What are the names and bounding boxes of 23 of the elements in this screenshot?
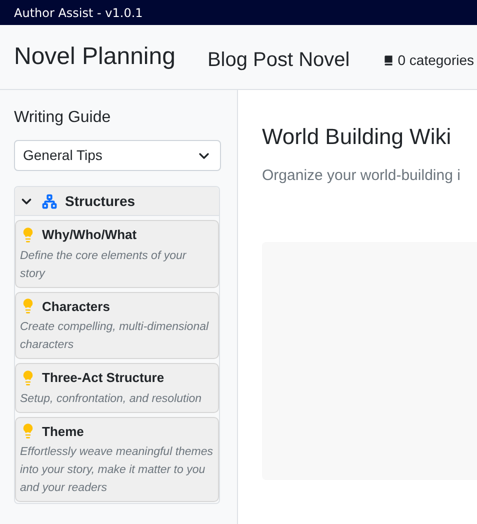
window-title: Author Assist - v1.0.1 [14,4,143,22]
tip-description: Effortlessly weave meaningful themes into your story, make it matter to you and your readers [20,445,214,496]
tip-title: Characters [42,298,110,316]
tip-card[interactable]: Three-Act Structure Setup, confrontation, and resolution [15,363,219,412]
tip-title: Theme [42,422,84,440]
tip-description: Create compelling, multi-dimensional characters [20,320,210,353]
tip-description: Define the core elements of your story [20,248,188,282]
book-icon [382,54,395,66]
tip-card[interactable]: Why/Who/What Define the core elements of your story [15,220,219,288]
project-name: Blog Post Novel [207,48,350,73]
tip-card[interactable]: Theme Effortlessly weave meaningful themes into your story, make it matter to you and your readers [15,416,219,502]
tip-title: Three-Act Structure [42,369,164,387]
page-subtitle: Organize your world-building i [262,166,462,186]
app-heading: Novel Planning [14,42,176,72]
hierarchy-icon [42,194,57,208]
sidebar-title: Writing Guide [14,108,112,128]
tip-title: Why/Who/What [42,226,137,244]
page-heading: World Building Wiki [262,123,452,151]
section-header[interactable]: Structures [15,187,219,216]
categories-count: 0 categories [398,50,474,70]
tip-card[interactable]: Characters Create compelling, multi-dimensional characters [15,292,219,359]
guide-dropdown[interactable]: General Tips [14,140,221,171]
tip-description: Setup, confrontation, and resolution [20,392,203,406]
